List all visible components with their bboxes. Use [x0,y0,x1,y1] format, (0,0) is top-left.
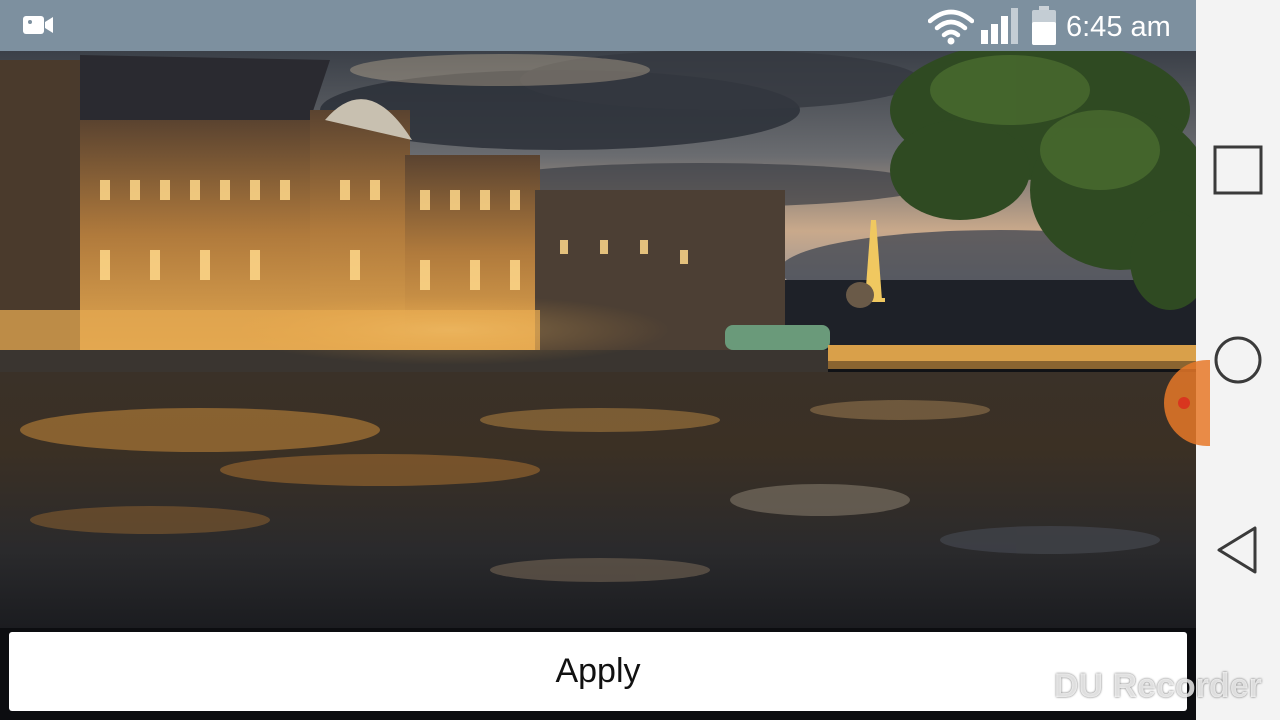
back-button[interactable] [1196,508,1280,592]
wallpaper-preview[interactable] [0,51,1196,628]
video-camera-icon [23,16,53,34]
recorder-watermark: DU Recorder [1000,664,1262,708]
home-icon [1214,336,1262,384]
recent-apps-button[interactable] [1196,128,1280,212]
wallpaper-image [0,51,1196,628]
back-icon [1217,526,1257,574]
wifi-icon [928,9,974,45]
recent-apps-icon [1213,145,1263,195]
status-bar: 6:45 am [0,0,1196,51]
video-camera-icon [1000,671,1040,701]
cell-signal-icon [981,8,1018,44]
record-dot-icon [1178,397,1190,409]
status-time: 6:45 am [1066,11,1171,43]
watermark-text: DU Recorder [1054,666,1262,705]
battery-icon [1032,6,1056,45]
